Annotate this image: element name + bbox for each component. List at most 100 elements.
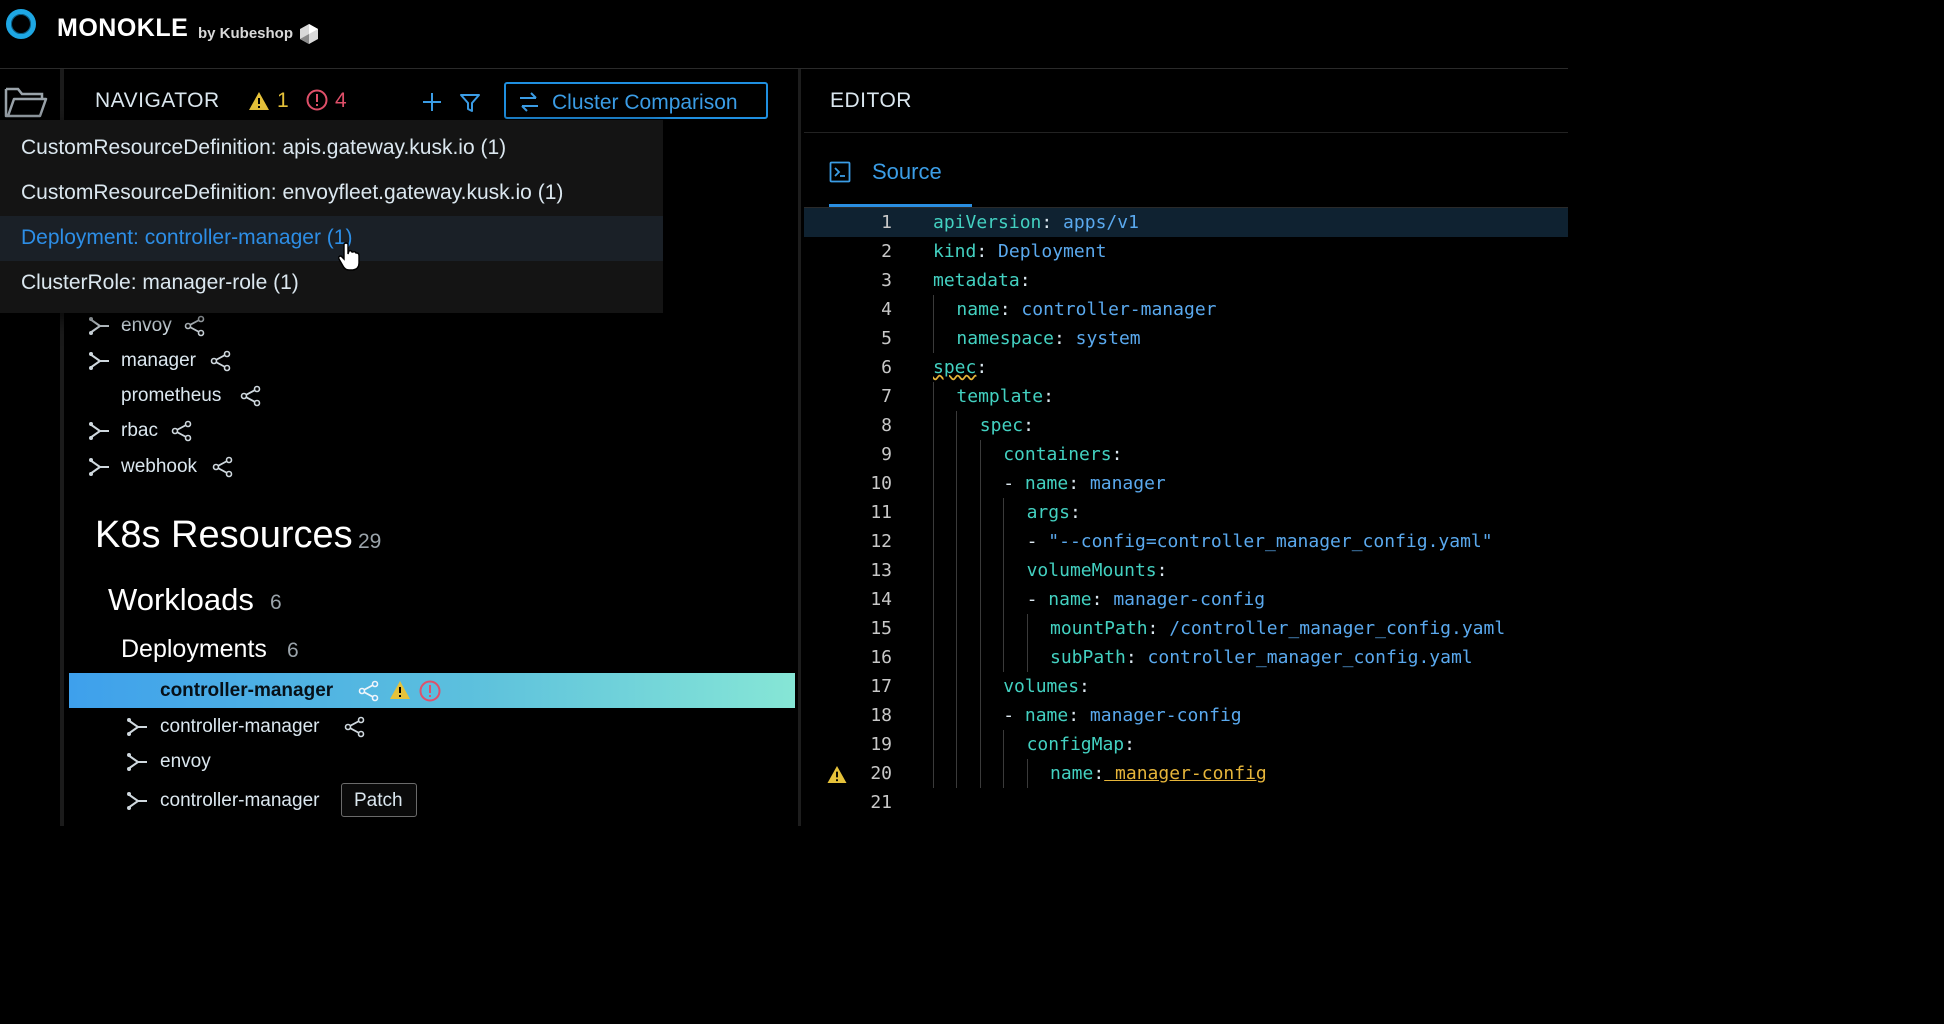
- code-line[interactable]: 9 containers:: [804, 440, 1568, 469]
- code-line[interactable]: 15 mountPath: /controller_manager_config.…: [804, 614, 1568, 643]
- tab-source-label: Source: [872, 159, 942, 184]
- kustomization-label: webhook: [121, 456, 198, 477]
- code-line[interactable]: 8 spec:: [804, 411, 1568, 440]
- code-line[interactable]: 3 metadata:: [804, 266, 1568, 295]
- code-line[interactable]: 4 name: controller-manager: [804, 295, 1568, 324]
- share-graph-icon[interactable]: [211, 456, 233, 478]
- indent-guide: [933, 730, 934, 759]
- resource-row[interactable]: controller-manager: [126, 712, 386, 742]
- code-line[interactable]: 7 template:: [804, 382, 1568, 411]
- indent-guide: [933, 498, 934, 527]
- code-line[interactable]: 6 spec:: [804, 353, 1568, 382]
- error-icon[interactable]: [419, 680, 441, 702]
- code-line[interactable]: 2 kind: Deployment: [804, 237, 1568, 266]
- kustomization-item-rbac[interactable]: rbac: [88, 416, 288, 446]
- code-text: apiVersion: apps/v1: [933, 212, 1139, 233]
- code-line[interactable]: 10 - name: manager: [804, 469, 1568, 498]
- line-number: 4: [881, 299, 892, 320]
- resource-label: controller-manager: [160, 716, 320, 737]
- resource-row-selected[interactable]: controller-manager: [69, 673, 795, 708]
- dropdown-item[interactable]: CustomResourceDefinition: apis.gateway.k…: [0, 126, 663, 171]
- file-explorer-folder-icon[interactable]: [4, 85, 48, 119]
- kustomization-item-webhook[interactable]: webhook: [88, 452, 288, 482]
- resource-row[interactable]: controller-manager: [126, 786, 346, 816]
- dropdown-item-active[interactable]: Deployment: controller-manager (1): [0, 216, 663, 261]
- code-line[interactable]: 20 name: manager-config: [804, 759, 1568, 788]
- yaml-key: subPath: [1050, 647, 1126, 668]
- line-number: 18: [870, 705, 892, 726]
- kustomization-chevron-icon: [89, 352, 109, 370]
- share-graph-icon[interactable]: [343, 716, 365, 738]
- code-line[interactable]: 16 subPath: controller_manager_config.yam…: [804, 643, 1568, 672]
- share-graph-icon[interactable]: [183, 315, 205, 337]
- add-resource-plus-icon[interactable]: [421, 91, 443, 113]
- share-graph-icon[interactable]: [239, 385, 261, 407]
- deployments-heading[interactable]: Deployments: [121, 635, 267, 664]
- code-line[interactable]: 18 - name: manager-config: [804, 701, 1568, 730]
- error-icon[interactable]: [306, 89, 328, 111]
- workloads-heading[interactable]: Workloads: [108, 582, 254, 618]
- kustomization-item-envoy[interactable]: envoy: [88, 311, 288, 341]
- tab-source[interactable]: Source: [829, 150, 944, 207]
- kustomization-chevron-icon: [89, 458, 109, 476]
- yaml-colon: :: [1023, 415, 1034, 436]
- kustomization-item-prometheus[interactable]: prometheus: [88, 381, 288, 411]
- warning-icon[interactable]: [248, 91, 270, 111]
- share-graph-icon[interactable]: [357, 680, 379, 702]
- top-bar: MONOKLE by Kubeshop: [0, 0, 1568, 69]
- code-text: - name: manager: [1003, 473, 1166, 494]
- share-graph-icon[interactable]: [209, 350, 231, 372]
- panel-divider[interactable]: [798, 69, 801, 826]
- resource-row[interactable]: envoy: [126, 747, 326, 777]
- code-line[interactable]: 21: [804, 788, 1568, 817]
- dropdown-item[interactable]: ClusterRole: manager-role (1): [0, 261, 663, 306]
- warning-icon[interactable]: [389, 680, 411, 700]
- indent-guide: [1026, 614, 1028, 643]
- dropdown-item[interactable]: CustomResourceDefinition: envoyfleet.gat…: [0, 171, 663, 216]
- code-text: args:: [1027, 502, 1081, 523]
- k8s-resources-heading[interactable]: K8s Resources: [95, 514, 353, 557]
- code-line[interactable]: 17 volumes:: [804, 672, 1568, 701]
- code-line[interactable]: 19 configMap:: [804, 730, 1568, 759]
- kustomization-item-manager[interactable]: manager: [88, 346, 288, 376]
- gutter-warning-icon[interactable]: [826, 765, 848, 784]
- indent-guide: [956, 614, 958, 643]
- yaml-code-editor[interactable]: 1 apiVersion: apps/v1 2 kind: Deployment 3 me…: [804, 208, 1568, 826]
- dropdown-item-label: CustomResourceDefinition: apis.gateway.k…: [21, 136, 507, 159]
- yaml-key: template: [956, 386, 1044, 407]
- indent-guide: [956, 411, 958, 440]
- line-number: 15: [870, 618, 892, 639]
- indent-guide: [956, 469, 958, 498]
- swap-arrows-icon: [520, 92, 538, 112]
- code-line[interactable]: 11 args:: [804, 498, 1568, 527]
- yaml-value: /controller_manager_config.yaml: [1158, 618, 1506, 639]
- code-line[interactable]: 1 apiVersion: apps/v1: [804, 208, 1568, 237]
- code-line[interactable]: 12 - "--config=controller_manager_config.…: [804, 527, 1568, 556]
- line-number: 13: [870, 560, 892, 581]
- yaml-colon: :: [1147, 618, 1159, 639]
- filter-icon[interactable]: [459, 92, 481, 114]
- workloads-count: 6: [270, 591, 282, 614]
- yaml-colon: :: [1091, 589, 1103, 610]
- yaml-key: metadata: [933, 270, 1020, 291]
- editor-header-separator: [804, 132, 1568, 133]
- indent-guide: [956, 730, 958, 759]
- indent-guide: [956, 556, 958, 585]
- code-text: name: manager-config: [1050, 763, 1267, 784]
- code-line[interactable]: 5 namespace: system: [804, 324, 1568, 353]
- share-graph-icon[interactable]: [170, 420, 192, 442]
- indent-guide: [979, 614, 981, 643]
- yaml-value: Deployment: [987, 241, 1107, 262]
- cluster-comparison-button[interactable]: Cluster Comparison: [504, 82, 768, 119]
- yaml-value: manager-config: [1102, 589, 1266, 610]
- indent-guide: [979, 585, 981, 614]
- error-count[interactable]: 4: [335, 89, 347, 113]
- code-text: configMap:: [1027, 734, 1135, 755]
- code-line[interactable]: 13 volumeMounts:: [804, 556, 1568, 585]
- code-line[interactable]: 14 - name: manager-config: [804, 585, 1568, 614]
- indent-guide: [956, 701, 958, 730]
- indent-guide: [1026, 759, 1028, 788]
- cluster-comparison-label: Cluster Comparison: [552, 91, 738, 114]
- indent-guide: [933, 295, 934, 324]
- warning-count[interactable]: 1: [277, 89, 289, 113]
